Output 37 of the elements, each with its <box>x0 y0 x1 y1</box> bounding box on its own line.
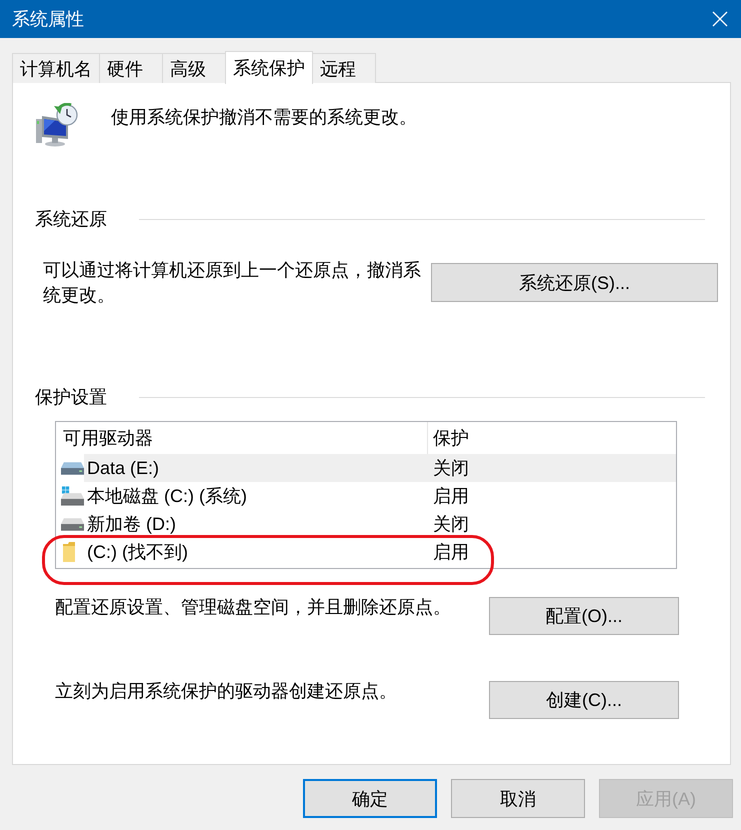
protection-status: 启用 <box>432 541 469 564</box>
drive-name: Data (E:) <box>86 457 160 480</box>
section-heading: 保护设置 <box>35 386 107 409</box>
drive-icon <box>61 462 84 474</box>
system-restore-button[interactable]: 系统还原(S)... <box>431 263 718 302</box>
list-row[interactable]: (C:) (找不到) 启用 <box>84 538 676 566</box>
close-icon <box>712 11 728 27</box>
tab[interactable]: 远程 <box>312 53 376 83</box>
description-text: 使用系统保护撤消不需要的系统更改。 <box>111 106 417 129</box>
list-row[interactable]: 本地磁盘 (C:) (系统) 启用 <box>84 482 676 510</box>
description-text: 可以通过将计算机还原到上一个还原点，撤消系统更改。 <box>43 259 422 307</box>
tab[interactable]: 计算机名 <box>12 53 100 83</box>
protection-status: 关闭 <box>432 513 469 536</box>
tab[interactable]: 硬件 <box>99 53 163 83</box>
list-row[interactable]: Data (E:) 关闭 <box>84 454 676 482</box>
drive-name: 本地磁盘 (C:) (系统) <box>86 485 248 508</box>
column-header[interactable]: 可用驱动器 <box>56 422 427 454</box>
folder-icon <box>63 542 75 562</box>
action-button[interactable]: 配置(O)... <box>489 597 679 635</box>
drive-icon <box>61 518 84 530</box>
tab[interactable]: 高级 <box>162 53 226 83</box>
description-text: 配置还原设置、管理磁盘空间，并且删除还原点。 <box>55 596 451 619</box>
protection-status: 启用 <box>432 485 469 508</box>
list-row[interactable]: 新加卷 (D:) 关闭 <box>84 510 676 538</box>
drive-name: (C:) (找不到) <box>86 541 189 564</box>
section-heading: 系统还原 <box>35 208 107 231</box>
close-button[interactable] <box>712 11 728 27</box>
windows-drive-icon <box>61 486 84 506</box>
drive-name: 新加卷 (D:) <box>86 513 177 536</box>
window-title: 系统属性 <box>12 8 84 31</box>
tab[interactable]: 系统保护 <box>225 51 313 84</box>
protection-status: 关闭 <box>432 457 469 480</box>
dialog-button[interactable]: 确定 <box>303 779 437 818</box>
computer-clock-icon <box>35 103 79 147</box>
description-text: 立刻为启用系统保护的驱动器创建还原点。 <box>55 680 397 703</box>
dialog-button[interactable]: 取消 <box>451 779 585 818</box>
action-button[interactable]: 创建(C)... <box>489 681 679 719</box>
